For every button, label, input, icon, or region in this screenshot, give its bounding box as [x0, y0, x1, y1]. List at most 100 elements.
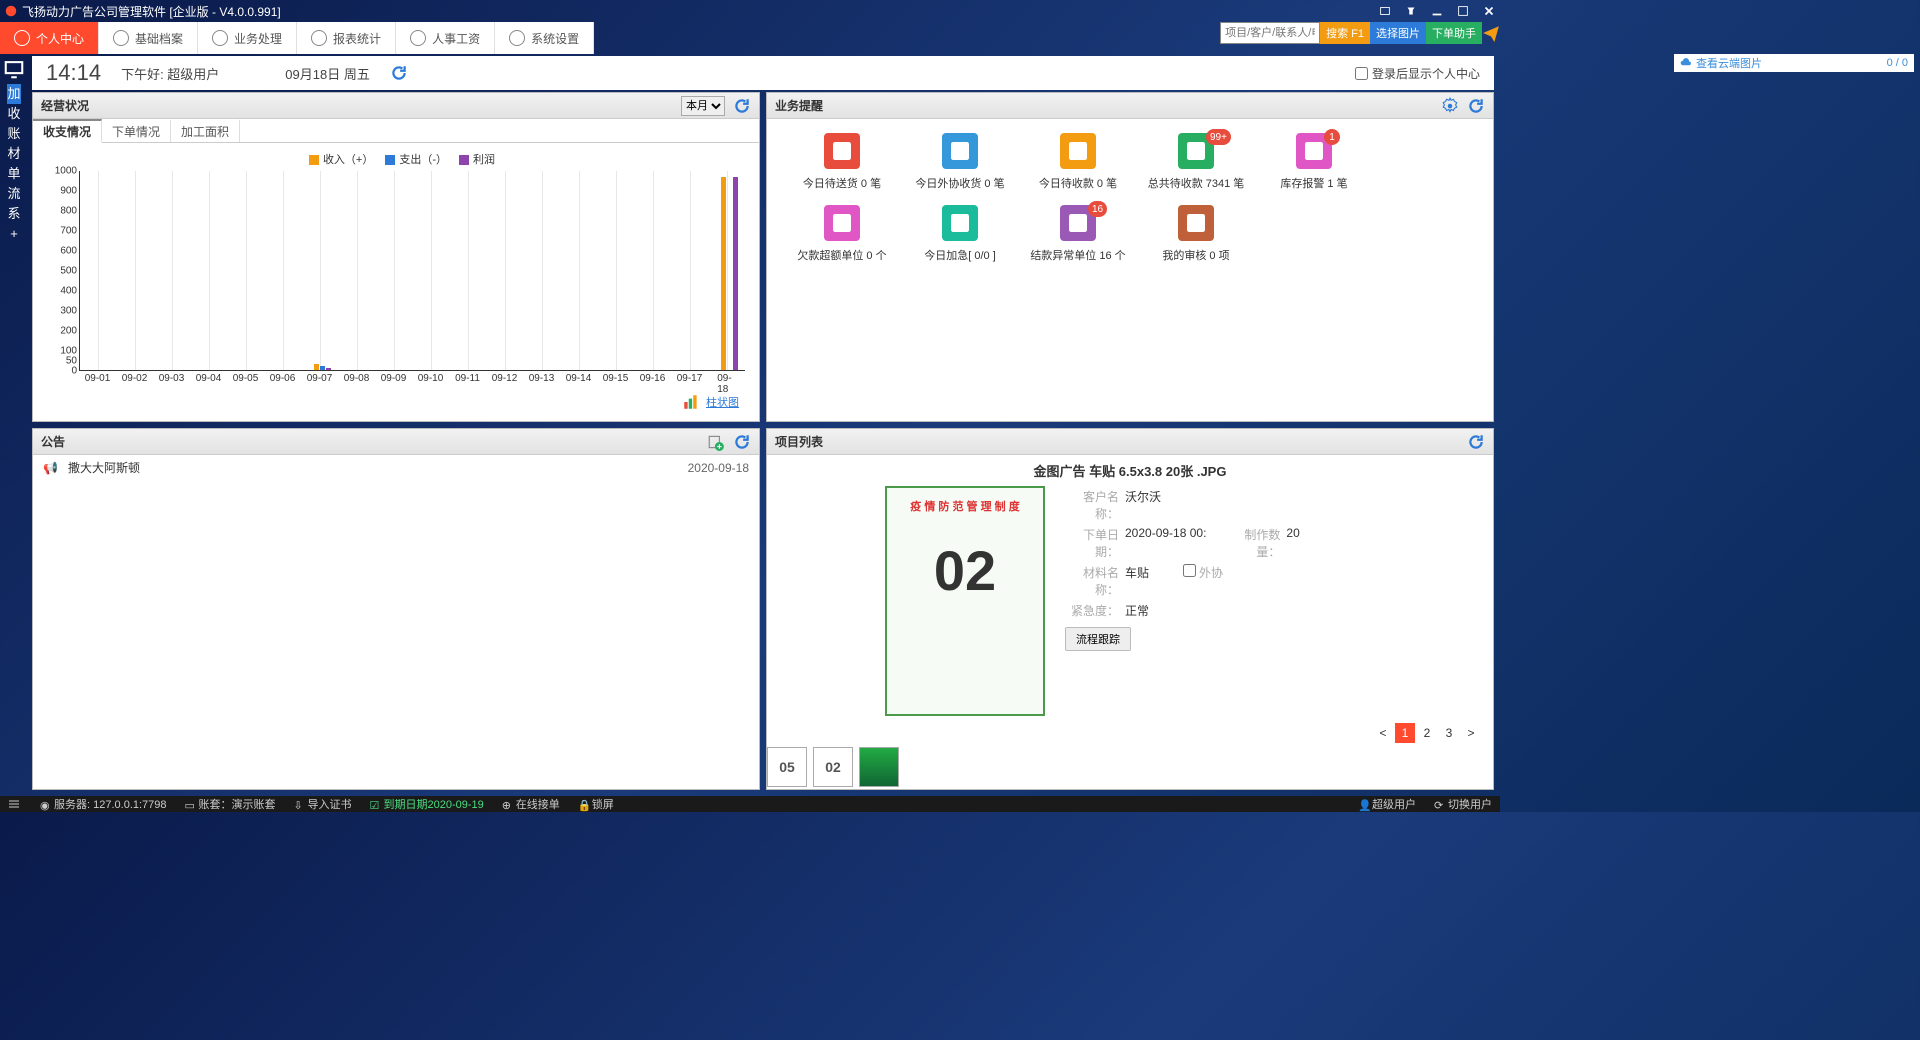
scope-select[interactable]: 本月 — [681, 96, 725, 116]
show-personal-checkbox[interactable] — [1355, 67, 1368, 80]
tab-0[interactable]: 收支情况 — [33, 119, 102, 143]
sidebar-item-2[interactable]: 账 — [7, 124, 20, 144]
sidebar-item-5[interactable]: 流 — [7, 184, 20, 204]
nav-icon — [14, 30, 30, 46]
page-<[interactable]: < — [1373, 723, 1393, 743]
page-2[interactable]: 2 — [1417, 723, 1437, 743]
reminder-icon — [942, 205, 978, 241]
app-logo-icon — [4, 4, 18, 18]
project-thumbnails: 0502 — [767, 743, 1493, 789]
panel-projects-title: 项目列表 — [775, 433, 823, 450]
sidebar-monitor-icon[interactable] — [3, 58, 25, 80]
tab-2[interactable]: 加工面积 — [171, 119, 240, 142]
dashboard-header: 14:14 下午好: 超级用户 09月18日 周五 登录后显示个人中心 — [32, 56, 1494, 90]
panel-projects: 项目列表 金图广告 车贴 6.5x3.8 20张 .JPG 疫 情 防 范 管 … — [766, 428, 1494, 790]
announce-row[interactable]: 📢撒大大阿斯顿2020-09-18 — [33, 455, 759, 480]
project-item-title: 金图广告 车贴 6.5x3.8 20张 .JPG — [775, 459, 1485, 486]
cloud-images-bar[interactable]: 查看云端图片 0 / 0 — [1674, 54, 1914, 72]
sidebar-item-1[interactable]: 收 — [7, 104, 20, 124]
gear-icon[interactable] — [1441, 97, 1459, 115]
nav-icon — [212, 30, 228, 46]
refresh-icon[interactable] — [733, 97, 751, 115]
page->[interactable]: > — [1461, 723, 1481, 743]
nav-item-4[interactable]: 人事工资 — [396, 22, 495, 54]
reminder-icon — [1060, 133, 1096, 169]
nav-item-2[interactable]: 业务处理 — [198, 22, 297, 54]
panel-reminders: 业务提醒 今日待送货 0 笔今日外协收货 0 笔今日待收款 0 笔99+总共待收… — [766, 92, 1494, 422]
panel-business-title: 经营状况 — [41, 97, 89, 114]
import-cert-button[interactable]: ⇩导入证书 — [294, 796, 352, 812]
add-announce-icon[interactable] — [707, 433, 725, 451]
sidebar-item-0[interactable]: 加 — [7, 84, 20, 104]
nav-item-3[interactable]: 报表统计 — [297, 22, 396, 54]
speaker-icon: 📢 — [43, 461, 58, 475]
bar — [314, 364, 319, 370]
panel-announce-title: 公告 — [41, 433, 65, 450]
reminder-item-2[interactable]: 今日待收款 0 笔 — [1023, 133, 1133, 191]
current-user[interactable]: 👤超级用户 — [1358, 796, 1416, 812]
nav-item-1[interactable]: 基础档案 — [99, 22, 198, 54]
outsource-checkbox[interactable] — [1183, 564, 1196, 577]
project-pager: <123> — [1373, 723, 1481, 743]
search-button[interactable]: 搜索 F1 — [1320, 22, 1370, 44]
main-nav: 个人中心基础档案业务处理报表统计人事工资系统设置 搜索 F1 选择图片 下单助手 — [0, 22, 1500, 54]
refresh-icon[interactable] — [1467, 97, 1485, 115]
tab-1[interactable]: 下单情况 — [102, 119, 171, 142]
win-close-icon[interactable] — [1482, 4, 1496, 18]
bar-chart-icon — [682, 393, 700, 411]
nav-icon — [311, 30, 327, 46]
chart-type-link[interactable]: 柱状图 — [706, 394, 739, 410]
panel-announce: 公告 📢撒大大阿斯顿2020-09-18 — [32, 428, 760, 790]
sidebar-item-3[interactable]: 材 — [7, 144, 20, 164]
win-max-icon[interactable] — [1456, 4, 1470, 18]
reminder-item-5[interactable]: 欠款超额单位 0 个 — [787, 205, 897, 263]
status-bar: ◉服务器: 127.0.0.1:7798 ▭账套：演示账套 ⇩导入证书 ☑到期日… — [0, 796, 1500, 812]
thumb-2[interactable] — [859, 747, 899, 787]
win-skin-icon[interactable] — [1378, 4, 1392, 18]
refresh-header-icon[interactable] — [390, 64, 408, 82]
bar — [733, 177, 738, 370]
win-shirt-icon[interactable] — [1404, 4, 1418, 18]
lock-screen-button[interactable]: 🔒锁屏 — [578, 796, 614, 812]
reminder-item-6[interactable]: 今日加急[ 0/0 ] — [905, 205, 1015, 263]
paper-plane-icon[interactable] — [1482, 22, 1500, 44]
nav-item-5[interactable]: 系统设置 — [495, 22, 594, 54]
bar — [320, 366, 325, 370]
clock: 14:14 — [46, 60, 101, 86]
select-image-button[interactable]: 选择图片 — [1370, 22, 1426, 44]
nav-item-0[interactable]: 个人中心 — [0, 22, 99, 54]
switch-user-button[interactable]: ⟳切换用户 — [1434, 796, 1492, 812]
sidebar-item-7[interactable]: + — [7, 224, 20, 244]
page-1[interactable]: 1 — [1395, 723, 1415, 743]
menu-icon[interactable] — [8, 798, 20, 810]
expire-date: ☑到期日期2020-09-19 — [370, 796, 484, 812]
online-order-button[interactable]: ⊕在线接单 — [502, 796, 560, 812]
reminder-item-7[interactable]: 16结款异常单位 16 个 — [1023, 205, 1133, 263]
book-icon: ▭ — [185, 799, 197, 811]
thumb-1[interactable]: 02 — [813, 747, 853, 787]
refresh-icon[interactable] — [733, 433, 751, 451]
sidebar-item-4[interactable]: 单 — [7, 164, 20, 184]
reminder-item-3[interactable]: 99+总共待收款 7341 笔 — [1141, 133, 1251, 191]
server-icon: ◉ — [40, 799, 52, 811]
left-sidebar: 加收账材单流系+ — [0, 54, 28, 796]
sidebar-item-6[interactable]: 系 — [7, 204, 20, 224]
app-title: 飞扬动力广告公司管理软件 [企业版 - V4.0.0.991] — [22, 3, 281, 20]
panel-reminders-title: 业务提醒 — [775, 97, 823, 114]
nav-icon — [509, 30, 525, 46]
project-preview-image[interactable]: 疫 情 防 范 管 理 制 度 02 — [885, 486, 1045, 716]
order-assistant-button[interactable]: 下单助手 — [1426, 22, 1482, 44]
win-min-icon[interactable] — [1430, 4, 1444, 18]
track-button[interactable]: 流程跟踪 — [1065, 627, 1131, 651]
thumb-0[interactable]: 05 — [767, 747, 807, 787]
page-3[interactable]: 3 — [1439, 723, 1459, 743]
panel-business: 经营状况 本月 收支情况下单情况加工面积 收入（+）支出（-）利润 050100… — [32, 92, 760, 422]
refresh-icon[interactable] — [1467, 433, 1485, 451]
reminder-item-1[interactable]: 今日外协收货 0 笔 — [905, 133, 1015, 191]
search-input[interactable] — [1220, 22, 1320, 44]
reminder-item-0[interactable]: 今日待送货 0 笔 — [787, 133, 897, 191]
reminder-icon — [942, 133, 978, 169]
greeting: 下午好: 超级用户 — [121, 64, 219, 83]
reminder-item-8[interactable]: 我的审核 0 项 — [1141, 205, 1251, 263]
reminder-item-4[interactable]: 1库存报警 1 笔 — [1259, 133, 1369, 191]
